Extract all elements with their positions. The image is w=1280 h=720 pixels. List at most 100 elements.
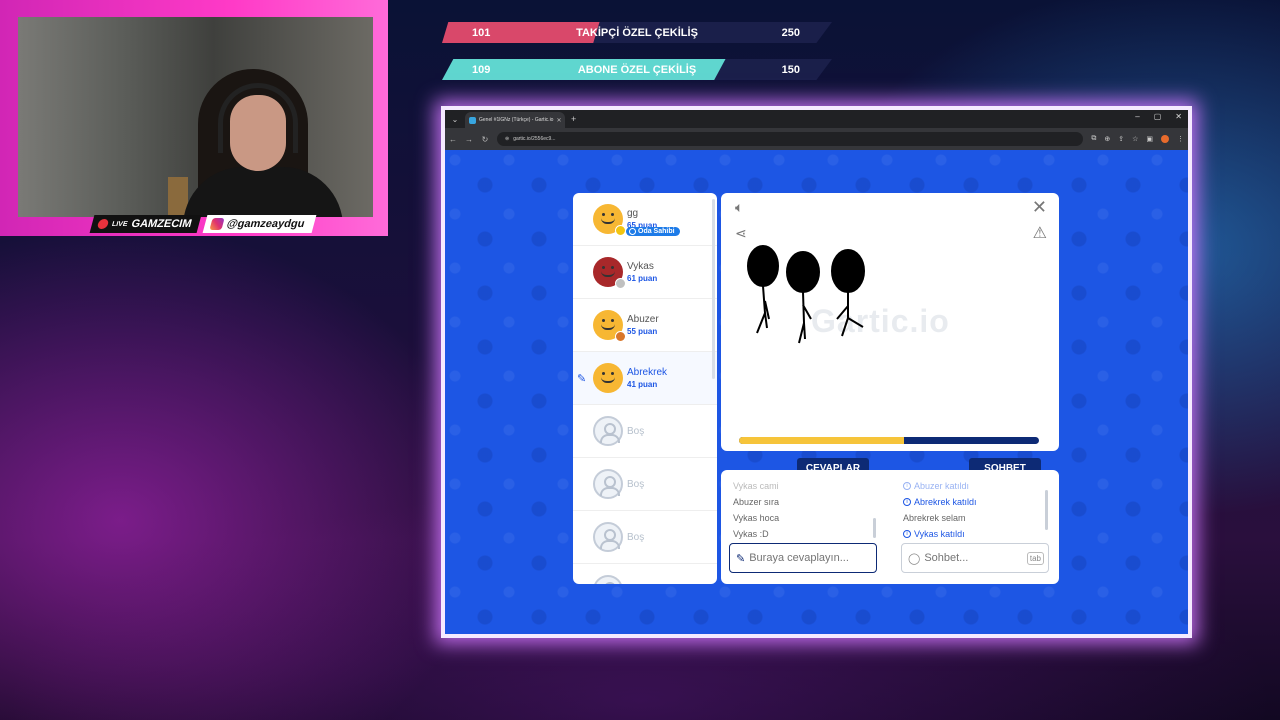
- forward-icon[interactable]: →: [465, 135, 473, 144]
- chat-line: Abrekrek selam: [903, 510, 977, 526]
- install-app-icon[interactable]: ⧉: [1091, 135, 1096, 143]
- avatar-mouth: [601, 324, 615, 330]
- player-item-drawing[interactable]: ✎ Abrekrek 41 puan: [573, 352, 717, 405]
- player-name: Vykas: [627, 261, 654, 272]
- player-score: 61 puan: [627, 274, 658, 283]
- follower-giveaway-ribbon: 101 TAKİPÇİ ÖZEL ÇEKİLİŞ 250: [442, 22, 832, 43]
- browser-tab[interactable]: Genel #1lGNz (Türkçe) - Gartic.io ✕: [465, 112, 565, 128]
- player-list-scrollbar[interactable]: [712, 199, 715, 379]
- player-score: 55 puan: [627, 327, 658, 336]
- chat-line: i Vykas katıldı: [903, 526, 977, 542]
- browser-capture: ⌄ Genel #1lGNz (Türkçe) - Gartic.io ✕ + …: [441, 106, 1192, 638]
- empty-slot: [573, 564, 717, 584]
- bookmark-star-icon[interactable]: ☆: [1132, 135, 1138, 143]
- player-info: Vykas 61 puan: [627, 261, 657, 283]
- back-icon[interactable]: ←: [449, 135, 457, 144]
- gartic-page: gg 65 puan Oda Sahibi Vykas 61 puan Abuz…: [445, 150, 1188, 634]
- maximize-icon[interactable]: ▢: [1154, 112, 1162, 121]
- answers-scrollbar[interactable]: [873, 518, 876, 538]
- url-text: gartic.io/2556ec9...: [513, 136, 556, 142]
- crown-icon: [629, 228, 636, 235]
- new-tab-icon[interactable]: +: [571, 114, 576, 124]
- player-name: gg: [627, 208, 639, 219]
- drawing-pencil-icon: ✎: [577, 373, 587, 385]
- reload-icon[interactable]: ↻: [481, 135, 489, 144]
- player-info: Boş: [627, 479, 644, 490]
- answer-input[interactable]: [749, 552, 860, 564]
- ribbon-title: TAKİPÇİ ÖZEL ÇEKİLİŞ: [576, 26, 698, 39]
- address-bar[interactable]: ⊜ gartic.io/2556ec9...: [497, 132, 1084, 146]
- tab-close-icon[interactable]: ✕: [556, 117, 561, 124]
- chat-text: Abrekrek selam: [903, 513, 966, 523]
- tab-search-icon[interactable]: ⌄: [449, 113, 461, 125]
- room-owner-badge: Oda Sahibi: [626, 227, 680, 236]
- chat-input-box: ◯ tab: [901, 543, 1049, 573]
- empty-slot-label: Boş: [627, 425, 645, 437]
- chat-scrollbar[interactable]: [1045, 490, 1048, 530]
- headset: [218, 83, 298, 153]
- live-dot-icon: [96, 219, 110, 229]
- empty-slot: Boş: [573, 458, 717, 511]
- zoom-icon[interactable]: ⊕: [1104, 135, 1110, 143]
- player-info: Boş: [627, 532, 644, 543]
- webcam-frame: LIVE GAMZECIM @gamzeaydgu: [0, 0, 388, 236]
- instagram-icon: [209, 218, 226, 230]
- ribbon-goal: 250: [781, 26, 800, 39]
- rank-badge-icon: [615, 225, 626, 236]
- stick-figure: [786, 251, 820, 344]
- brave-extension-icon[interactable]: [1161, 135, 1169, 143]
- avatar-mouth: [601, 271, 615, 277]
- player-avatar: [593, 310, 626, 342]
- chat-bubble-icon: ◯: [908, 552, 921, 565]
- site-info-icon[interactable]: ⊜: [505, 136, 509, 142]
- player-score: 41 puan: [627, 380, 658, 389]
- player-name: Abrekrek: [627, 367, 668, 378]
- webcam-name-bar: LIVE GAMZECIM @gamzeaydgu: [89, 214, 318, 234]
- browser-tab-title: Genel #1lGNz (Türkçe) - Gartic.io: [479, 117, 554, 123]
- chat-text: Abrekrek katıldı: [914, 497, 977, 507]
- live-label: LIVE: [111, 220, 129, 228]
- menu-kebab-icon[interactable]: ⋮: [1177, 135, 1184, 143]
- round-timer-bar: [739, 437, 1039, 444]
- player-info: Abuzer 55 puan: [627, 314, 659, 336]
- instagram-badge: @gamzeaydgu: [203, 215, 318, 233]
- player-name: Abuzer: [627, 314, 659, 325]
- empty-slot: Boş: [573, 405, 717, 458]
- browser-toolbar: ← → ↻ ⊜ gartic.io/2556ec9... ⧉ ⊕ ⇪ ☆ ▣ ⋮: [445, 128, 1188, 150]
- tab-key-hint: tab: [1026, 551, 1044, 565]
- round-timer-fill: [739, 437, 904, 444]
- chat-text: Vykas katıldı: [914, 529, 965, 539]
- player-avatar: [593, 257, 626, 289]
- player-item[interactable]: Abuzer 55 puan: [573, 299, 717, 352]
- stick-figure: [831, 249, 865, 337]
- extensions-icon[interactable]: ▣: [1146, 135, 1153, 143]
- empty-slot-label: Boş: [627, 531, 645, 543]
- avatar-eyes: [602, 266, 614, 269]
- pencil-icon: ✎: [736, 552, 746, 565]
- ribbon-title: ABONE ÖZEL ÇEKİLİŞ: [577, 63, 697, 76]
- chat-input[interactable]: [924, 552, 1035, 564]
- share-icon[interactable]: ⇪: [1118, 135, 1124, 143]
- answer-line: Abuzer sıra: [733, 497, 780, 507]
- chat-line: i Abrekrek katıldı: [903, 494, 977, 510]
- answers-chat-panel: Vykas cami Abuzer sıra Vykas hoca Vykas …: [721, 470, 1059, 584]
- minimize-icon[interactable]: –: [1135, 112, 1139, 121]
- close-window-icon[interactable]: ✕: [1175, 112, 1182, 121]
- answers-list: Vykas cami Abuzer sıra Vykas hoca Vykas …: [733, 478, 779, 542]
- empty-avatar-icon: [593, 575, 623, 584]
- drawing-canvas[interactable]: Gartic.io 🔈︎ ⋖ ✕ ⚠: [721, 193, 1059, 451]
- player-item[interactable]: Vykas 61 puan: [573, 246, 717, 299]
- empty-avatar-icon: [593, 469, 623, 499]
- answer-input-box: ✎: [729, 543, 877, 573]
- empty-avatar-icon: [593, 416, 623, 446]
- player-avatar: [593, 363, 623, 393]
- player-item[interactable]: gg 65 puan Oda Sahibi: [573, 193, 717, 246]
- player-info: Abrekrek 41 puan: [627, 367, 667, 389]
- answer-line: Vykas hoca: [733, 513, 780, 523]
- answer-line: Vykas cami: [733, 481, 779, 491]
- info-icon: i: [903, 482, 911, 490]
- avatar-mouth: [601, 377, 615, 383]
- window-controls: – ▢ ✕: [1135, 112, 1182, 121]
- answer-line: Vykas :D: [733, 529, 769, 539]
- info-icon: i: [903, 530, 911, 538]
